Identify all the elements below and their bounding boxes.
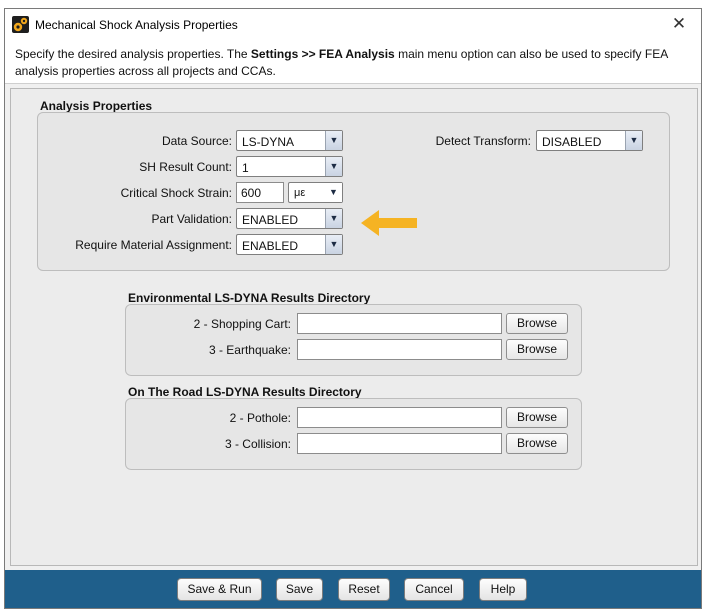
description-text: Specify the desired analysis properties.… bbox=[5, 40, 701, 84]
dialog-window: Mechanical Shock Analysis Properties ✕ S… bbox=[4, 8, 702, 609]
save-button[interactable]: Save bbox=[276, 578, 323, 601]
detect-transform-dropdown[interactable]: DISABLED bbox=[536, 130, 643, 151]
save-run-button[interactable]: Save & Run bbox=[177, 578, 262, 601]
data-source-value: LS-DYNA bbox=[242, 135, 295, 149]
gear-pair-icon bbox=[12, 16, 29, 33]
pothole-label: 2 - Pothole: bbox=[229, 411, 291, 425]
require-material-dropdown[interactable]: ENABLED bbox=[236, 234, 343, 255]
chevron-down-icon bbox=[325, 183, 342, 202]
detect-transform-label: Detect Transform: bbox=[435, 134, 531, 148]
analysis-properties-group: Data Source: LS-DYNA Detect Transform: D… bbox=[37, 112, 670, 271]
earthquake-label: 3 - Earthquake: bbox=[208, 343, 291, 357]
environmental-title: Environmental LS-DYNA Results Directory bbox=[128, 291, 371, 305]
chevron-down-icon bbox=[625, 131, 642, 150]
help-button[interactable]: Help bbox=[479, 578, 527, 601]
pothole-path-input[interactable] bbox=[297, 407, 502, 428]
collision-path-input[interactable] bbox=[297, 433, 502, 454]
part-validation-dropdown[interactable]: ENABLED bbox=[236, 208, 343, 229]
data-source-label: Data Source: bbox=[161, 134, 232, 148]
earthquake-path-input[interactable] bbox=[297, 339, 502, 360]
arrow-left-icon bbox=[361, 210, 417, 236]
cancel-button[interactable]: Cancel bbox=[404, 578, 464, 601]
shopping-cart-label: 2 - Shopping Cart: bbox=[193, 317, 291, 331]
environmental-group: 2 - Shopping Cart: Browse 3 - Earthquake… bbox=[125, 304, 582, 376]
ontheroad-title: On The Road LS-DYNA Results Directory bbox=[128, 385, 362, 399]
close-icon[interactable]: ✕ bbox=[657, 9, 701, 40]
detect-transform-value: DISABLED bbox=[542, 135, 602, 149]
pothole-browse-button[interactable]: Browse bbox=[506, 407, 568, 428]
content-panel: Analysis Properties Data Source: LS-DYNA… bbox=[10, 88, 698, 566]
require-material-label: Require Material Assignment: bbox=[75, 238, 232, 252]
shopping-cart-path-input[interactable] bbox=[297, 313, 502, 334]
title-bar: Mechanical Shock Analysis Properties ✕ bbox=[5, 9, 701, 40]
window-title: Mechanical Shock Analysis Properties bbox=[35, 18, 238, 32]
critical-strain-label: Critical Shock Strain: bbox=[120, 186, 232, 200]
sh-result-count-dropdown[interactable]: 1 bbox=[236, 156, 343, 177]
require-material-value: ENABLED bbox=[242, 239, 299, 253]
ontheroad-group: 2 - Pothole: Browse 3 - Collision: Brows… bbox=[125, 398, 582, 470]
strain-unit-value: με bbox=[294, 187, 306, 199]
sh-result-count-label: SH Result Count: bbox=[139, 160, 232, 174]
part-validation-label: Part Validation: bbox=[151, 212, 233, 226]
sh-result-count-value: 1 bbox=[242, 161, 249, 175]
shopping-cart-browse-button[interactable]: Browse bbox=[506, 313, 568, 334]
collision-label: 3 - Collision: bbox=[224, 437, 291, 451]
strain-unit-dropdown[interactable]: με bbox=[288, 182, 343, 203]
chevron-down-icon bbox=[325, 209, 342, 228]
description-bold: Settings >> FEA Analysis bbox=[250, 47, 395, 61]
chevron-down-icon bbox=[325, 131, 342, 150]
chevron-down-icon bbox=[325, 157, 342, 176]
earthquake-browse-button[interactable]: Browse bbox=[506, 339, 568, 360]
data-source-dropdown[interactable]: LS-DYNA bbox=[236, 130, 343, 151]
analysis-properties-title: Analysis Properties bbox=[40, 99, 153, 113]
footer-bar: Save & Run Save Reset Cancel Help bbox=[5, 570, 701, 608]
critical-strain-input[interactable]: 600 bbox=[236, 182, 284, 203]
description-pre: Specify the desired analysis properties.… bbox=[15, 47, 251, 61]
chevron-down-icon bbox=[325, 235, 342, 254]
part-validation-value: ENABLED bbox=[242, 213, 299, 227]
collision-browse-button[interactable]: Browse bbox=[506, 433, 568, 454]
reset-button[interactable]: Reset bbox=[338, 578, 390, 601]
